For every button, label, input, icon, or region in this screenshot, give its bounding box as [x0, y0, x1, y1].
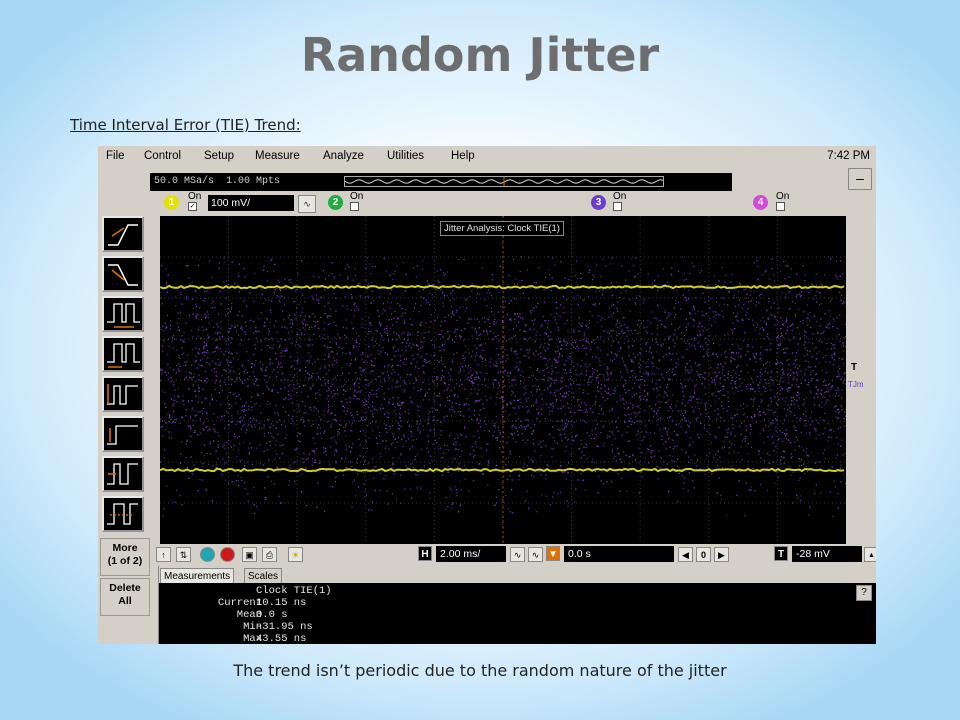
pulse-width-trigger-icon[interactable]: [102, 296, 144, 332]
waveform-canvas: [160, 216, 846, 544]
oscilloscope-screenshot: File Control Setup Measure Analyze Utili…: [98, 146, 876, 644]
channel-1-on-label: On: [188, 191, 202, 202]
zoom-icon[interactable]: ⇅: [176, 547, 191, 562]
delay-field[interactable]: 0.0 s: [564, 546, 674, 562]
channel-3-checkbox[interactable]: [613, 202, 622, 211]
right-marker-bar: T TJm: [846, 216, 876, 544]
delay-zero-button[interactable]: 0: [696, 547, 711, 562]
menu-analyze[interactable]: Analyze: [323, 150, 364, 162]
measurement-value-current: 10.15 ns: [256, 597, 307, 609]
transition-trigger-icon[interactable]: [102, 496, 144, 532]
slide-caption: The trend isn’t periodic due to the rand…: [233, 661, 727, 680]
delay-tag: ▼: [546, 546, 560, 561]
slide-subtitle: Time Interval Error (TIE) Trend:: [70, 116, 301, 134]
channel-1-scale[interactable]: 100 mV/: [208, 195, 294, 211]
scroll-up-icon[interactable]: ↑: [156, 547, 171, 562]
stop-indicator-icon[interactable]: [220, 547, 235, 562]
print-icon[interactable]: ⎙: [262, 547, 277, 562]
measurements-body: Clock TIE(1) Current 10.15 ns Mean 0.0 s…: [158, 583, 876, 644]
tab-measurements[interactable]: Measurements: [160, 568, 235, 584]
acquisition-status-bar: 50.0 MSa/s 1.00 Mpts: [150, 173, 732, 191]
measurements-panel: Measurements Scales Clock TIE(1) Current…: [158, 566, 876, 644]
channel-3-badge[interactable]: 3: [591, 195, 606, 210]
slide-title: Random Jitter: [300, 28, 660, 82]
measurements-scrollbar[interactable]: [150, 566, 159, 644]
menu-setup[interactable]: Setup: [204, 150, 234, 162]
control-toolbar: ↑ ⇅ ▣ ⎙ ☀ H 2.00 ms/ ∿ ∿ ▼ 0.0 s ◀ 0 ▶ T…: [150, 544, 876, 566]
menu-file[interactable]: File: [106, 150, 125, 162]
menu-help[interactable]: Help: [451, 150, 475, 162]
tie-upper-envelope: [160, 284, 845, 290]
tie-lower-envelope: [160, 467, 845, 473]
channel-controls: 1 On ✓ 100 mV/ ∿ 2 On 3 On 4 On: [158, 191, 848, 215]
channel-2-on-label: On: [350, 191, 364, 202]
menu-control[interactable]: Control: [144, 150, 181, 162]
channel-1-checkbox[interactable]: ✓: [188, 202, 197, 211]
setup-hold-trigger-icon[interactable]: [102, 416, 144, 452]
waveform-overview[interactable]: [344, 176, 664, 187]
channel-4-on-label: On: [776, 191, 790, 202]
trigger-level-marker: T: [851, 362, 858, 373]
delay-left-icon[interactable]: ◀: [678, 547, 693, 562]
channel-2-badge[interactable]: 2: [328, 195, 343, 210]
trigger-palette: More (1 of 2) Delete All: [98, 216, 150, 644]
falling-edge-trigger-icon[interactable]: [102, 256, 144, 292]
time-per-div-field[interactable]: 2.00 ms/: [436, 546, 506, 562]
measurement-header: Clock TIE(1): [256, 585, 332, 597]
single-icon[interactable]: ▣: [242, 547, 257, 562]
measurement-value-mean: 0.0 s: [256, 609, 288, 621]
tie-marker-label: TJm: [848, 380, 864, 389]
clock: 7:42 PM: [827, 150, 870, 162]
measurement-value-min: -31.95 ns: [256, 621, 313, 633]
sample-rate: 50.0 MSa/s 1.00 Mpts: [154, 176, 281, 187]
channel-1-badge[interactable]: 1: [164, 195, 179, 210]
overview-trace: [345, 177, 663, 186]
menu-bar: File Control Setup Measure Analyze Utili…: [98, 146, 876, 168]
horizontal-tag: H: [418, 546, 432, 561]
autoscale-icon[interactable]: ☀: [288, 547, 303, 562]
channel-3-on-label: On: [613, 191, 627, 202]
measurement-label-min: Min: [243, 621, 262, 633]
help-button[interactable]: ?: [856, 585, 872, 601]
trigger-level-field[interactable]: -28 mV: [792, 546, 862, 562]
tab-scales[interactable]: Scales: [244, 568, 283, 584]
glitch-trigger-icon[interactable]: [102, 336, 144, 372]
waveform-display[interactable]: [160, 216, 846, 544]
menu-utilities[interactable]: Utilities: [387, 150, 424, 162]
runt-trigger-icon[interactable]: [102, 376, 144, 412]
delay-right-icon[interactable]: ▶: [714, 547, 729, 562]
timeout-trigger-icon[interactable]: [102, 456, 144, 492]
fine-adjust-icon[interactable]: ∿: [510, 547, 525, 562]
delete-all-button[interactable]: Delete All: [100, 578, 150, 616]
measurement-value-max: 43.55 ns: [256, 633, 307, 644]
menu-measure[interactable]: Measure: [255, 150, 300, 162]
coarse-adjust-icon[interactable]: ∿: [528, 547, 543, 562]
channel-2-checkbox[interactable]: [350, 202, 359, 211]
measurement-label-current: Current: [217, 597, 262, 609]
measurement-label-max: Max: [243, 633, 262, 644]
jitter-analysis-label: Jitter Analysis: Clock TIE(1): [440, 221, 564, 236]
more-button[interactable]: More (1 of 2): [100, 538, 150, 576]
graticule: [160, 216, 846, 544]
trigger-level-stepper-icon[interactable]: ▲: [864, 547, 876, 562]
channel-4-checkbox[interactable]: [776, 202, 785, 211]
rising-edge-trigger-icon[interactable]: [102, 216, 144, 252]
measurement-label-mean: Mean: [236, 609, 262, 621]
minimize-button[interactable]: –: [848, 168, 872, 190]
run-indicator-icon[interactable]: [200, 547, 215, 562]
channel-4-badge[interactable]: 4: [753, 195, 768, 210]
trigger-tag: T: [774, 546, 788, 561]
channel-1-coupling-icon[interactable]: ∿: [298, 195, 316, 213]
